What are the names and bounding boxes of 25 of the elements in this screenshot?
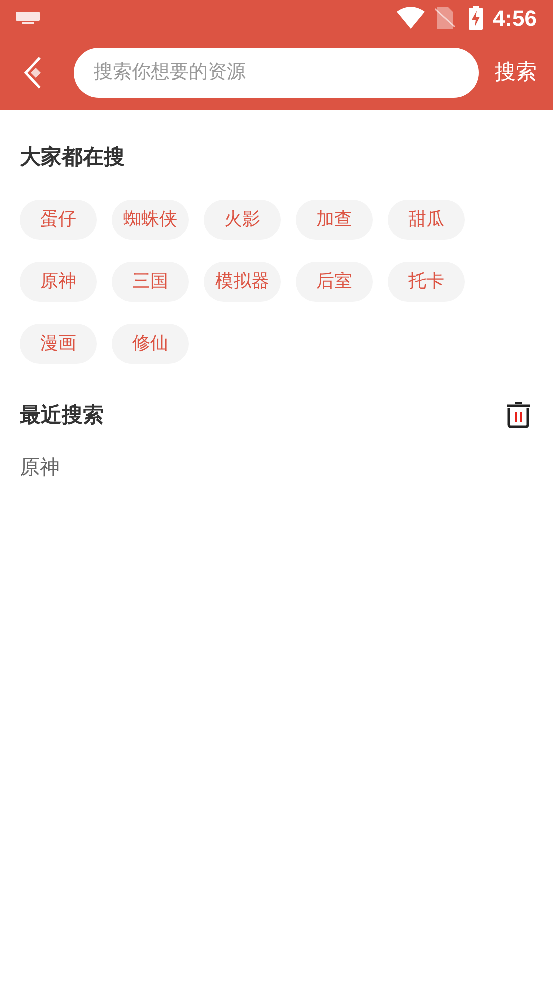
search-tag[interactable]: 后室 xyxy=(296,262,373,302)
search-tag[interactable]: 火影 xyxy=(204,200,281,240)
search-button[interactable]: 搜索 xyxy=(495,57,537,89)
trash-icon xyxy=(506,402,531,428)
recent-search-item[interactable]: 原神 xyxy=(20,453,533,483)
no-sim-icon xyxy=(434,7,455,29)
search-tag[interactable]: 修仙 xyxy=(112,324,189,364)
section-title: 大家都在搜 xyxy=(20,144,126,171)
search-field[interactable]: 搜索你想要的资源 xyxy=(74,48,479,98)
search-tag[interactable]: 原神 xyxy=(20,262,97,302)
search-tag[interactable]: 托卡 xyxy=(388,262,465,302)
battery-charging-icon xyxy=(468,6,483,30)
wifi-icon xyxy=(396,7,425,29)
section-title: 最近搜索 xyxy=(20,402,104,428)
back-icon xyxy=(22,56,44,90)
clear-history-button[interactable] xyxy=(506,402,531,428)
search-tag[interactable]: 蛋仔 xyxy=(20,200,97,240)
search-tag[interactable]: 三国 xyxy=(112,262,189,302)
search-tag[interactable]: 加查 xyxy=(296,200,373,240)
keyboard-icon xyxy=(16,12,40,24)
search-tag[interactable]: 模拟器 xyxy=(204,262,281,302)
search-tag[interactable]: 甜瓜 xyxy=(388,200,465,240)
search-tag[interactable]: 蜘蛛侠 xyxy=(112,200,189,240)
status-time: 4:56 xyxy=(492,4,537,32)
search-tag[interactable]: 漫画 xyxy=(20,324,97,364)
